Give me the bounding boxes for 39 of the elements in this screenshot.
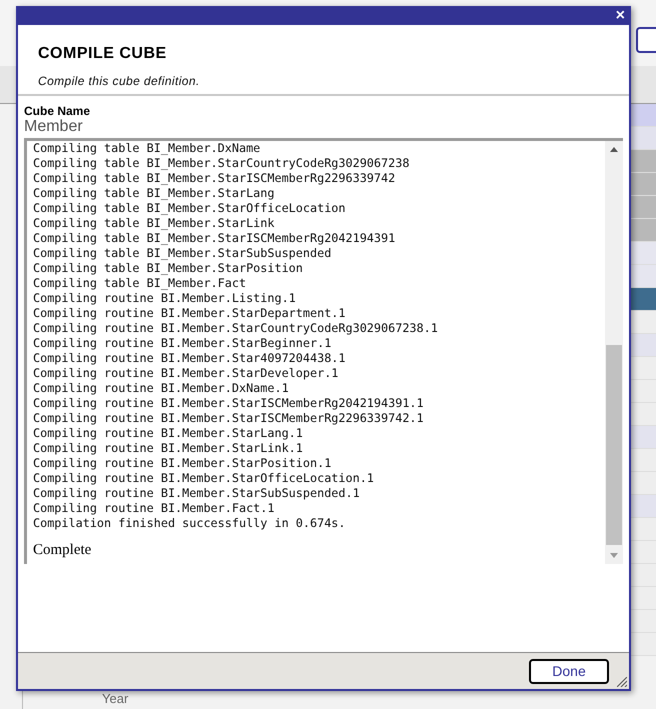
log-line: Compiling routine BI.Member.StarISCMemberRg2042194391.1 [33, 396, 424, 411]
done-button[interactable]: Done [529, 658, 609, 684]
log-line: Compiling routine BI.Member.StarDepartment.1 [33, 306, 346, 321]
log-line: Compiling table BI_Member.StarLink [33, 216, 274, 231]
scroll-thumb[interactable] [606, 345, 622, 545]
log-line: Compiling routine BI.Member.StarSubSuspended.1 [33, 486, 360, 501]
row-label: Year [102, 692, 128, 705]
log-line: Compiling routine BI.Member.StarCountryCodeRg3029067238.1 [33, 321, 438, 336]
log-line: Compilation finished successfully in 0.674s. [33, 516, 346, 531]
field-value: Member [24, 118, 84, 136]
log-line: Compiling table BI_Member.StarCountryCodeRg3029067238 [33, 156, 410, 171]
log-line: Compiling table BI_Member.StarLang [33, 186, 274, 201]
log-line: Compiling routine BI.Member.StarISCMemberRg2296339742.1 [33, 411, 424, 426]
log-line: Compiling table BI_Member.StarISCMemberRg2296339742 [33, 171, 396, 186]
log-line: Compiling routine BI.Member.Fact.1 [33, 501, 274, 516]
log-line: Compiling table BI_Member.StarOfficeLocation [33, 201, 346, 216]
log-line: Compiling table BI_Member.Fact [33, 276, 246, 291]
scroll-up-icon[interactable] [610, 147, 618, 152]
log-line: Compiling routine BI.Member.StarBeginner.1 [33, 336, 332, 351]
log-line: Compiling routine BI.Member.Star4097204438.1 [33, 351, 346, 366]
log-line: Compiling table BI_Member.StarISCMemberRg2042194391 [33, 231, 396, 246]
dialog-subtitle: Compile this cube definition. [38, 74, 201, 88]
log-line: Compiling routine BI.Member.StarPosition.1 [33, 456, 332, 471]
field-label: Cube Name [24, 104, 92, 118]
log-line: Compiling routine BI.Member.StarOfficeLocation.1 [33, 471, 374, 486]
status-text: Complete [33, 541, 92, 560]
log-line: Compiling table BI_Member.StarSubSuspended [33, 246, 332, 261]
log-line: Compiling routine BI.Member.StarLang.1 [33, 426, 303, 441]
log-line: Compiling routine BI.Member.StarDeveloper.1 [33, 366, 338, 381]
log-line: Compiling routine BI.Member.DxName.1 [33, 381, 289, 396]
log-line: Compiling table BI_Member.DxName [33, 141, 260, 156]
log-line: Compiling table BI_Member.StarPosition [33, 261, 303, 276]
log-line: Compiling routine BI.Member.Listing.1 [33, 291, 296, 306]
scrollbar[interactable] [605, 141, 623, 564]
resize-grip-icon[interactable] [617, 677, 627, 687]
log-line: Compiling routine BI.Member.StarLink.1 [33, 441, 303, 456]
search-field[interactable] [636, 27, 656, 53]
dialog-title: COMPILE CUBE [38, 44, 168, 64]
close-button[interactable]: × [614, 8, 627, 24]
